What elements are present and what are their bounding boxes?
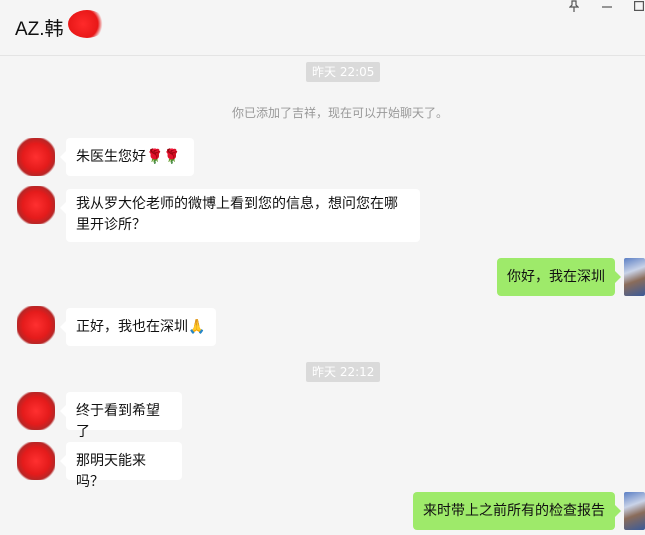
minimize-icon[interactable] [596,0,618,16]
message-text: 我从罗大伦老师的微博上看到您的信息，想问您在哪里开诊所？ [76,196,398,233]
message-bubble[interactable]: 来时带上之前所有的检查报告 [413,492,621,530]
message-bubble[interactable]: 正好，我也在深圳🙏 [60,308,216,346]
message-bubble[interactable]: 终于看到希望了 [60,392,182,440]
rose-emoji: 🌹🌹 [146,149,181,165]
message-text: 终于看到希望了 [76,403,160,440]
message-bubble[interactable]: 你好，我在深圳 [497,258,621,296]
message-bubble[interactable]: 我从罗大伦老师的微博上看到您的信息，想问您在哪里开诊所？ [60,189,420,242]
message-text: 那明天能来吗？ [76,453,146,490]
contact-avatar[interactable] [17,186,55,224]
pin-icon[interactable] [563,0,585,16]
maximize-icon[interactable] [628,0,645,16]
timestamp-badge: 昨天 22:12 [306,362,381,382]
message-list[interactable]: 昨天 22:05 你已添加了吉祥，现在可以开始聊天了。 朱医生您好🌹🌹 我从罗大… [0,56,645,535]
self-avatar[interactable] [624,258,645,296]
message-text: 朱医生您好 [76,149,146,165]
contact-avatar[interactable] [17,138,55,176]
chat-title: AZ.韩 [15,19,64,40]
timestamp-badge: 昨天 22:05 [306,62,381,82]
contact-avatar[interactable] [17,392,55,430]
contact-avatar[interactable] [17,442,55,480]
message-text: 你好，我在深圳 [507,269,605,285]
message-bubble[interactable]: 那明天能来吗？ [60,442,182,490]
system-notice: 你已添加了吉祥，现在可以开始聊天了。 [232,106,449,120]
message-bubble[interactable]: 朱医生您好🌹🌹 [60,138,194,176]
message-text: 正好，我也在深圳 [76,319,188,335]
chat-header: AZ.韩 [0,0,645,56]
message-text: 来时带上之前所有的检查报告 [423,503,605,519]
folded-hands-emoji: 🙏 [188,319,206,335]
contact-avatar[interactable] [17,306,55,344]
redaction-mark [68,10,106,38]
self-avatar[interactable] [624,492,645,530]
